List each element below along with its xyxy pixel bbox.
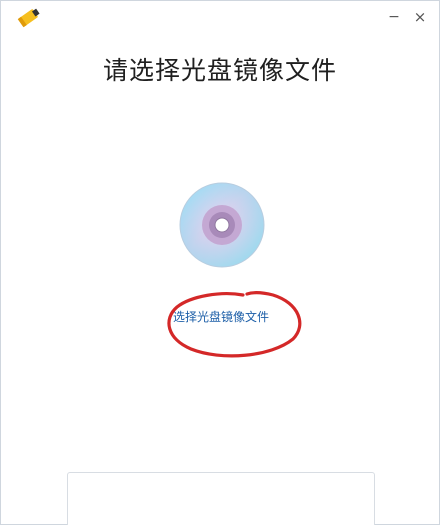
usb-drive-icon	[17, 8, 40, 28]
bottom-panel[interactable]	[67, 472, 375, 525]
page-title: 请选择光盘镜像文件	[102, 56, 337, 85]
close-button[interactable]: ×	[409, 7, 431, 27]
app-window: − × 请选择光盘镜像文件 选择光盘镜像文件	[0, 0, 440, 525]
select-image-link[interactable]: 选择光盘镜像文件	[163, 308, 279, 325]
minimize-button[interactable]: −	[383, 7, 405, 27]
disc-icon[interactable]	[178, 181, 266, 269]
